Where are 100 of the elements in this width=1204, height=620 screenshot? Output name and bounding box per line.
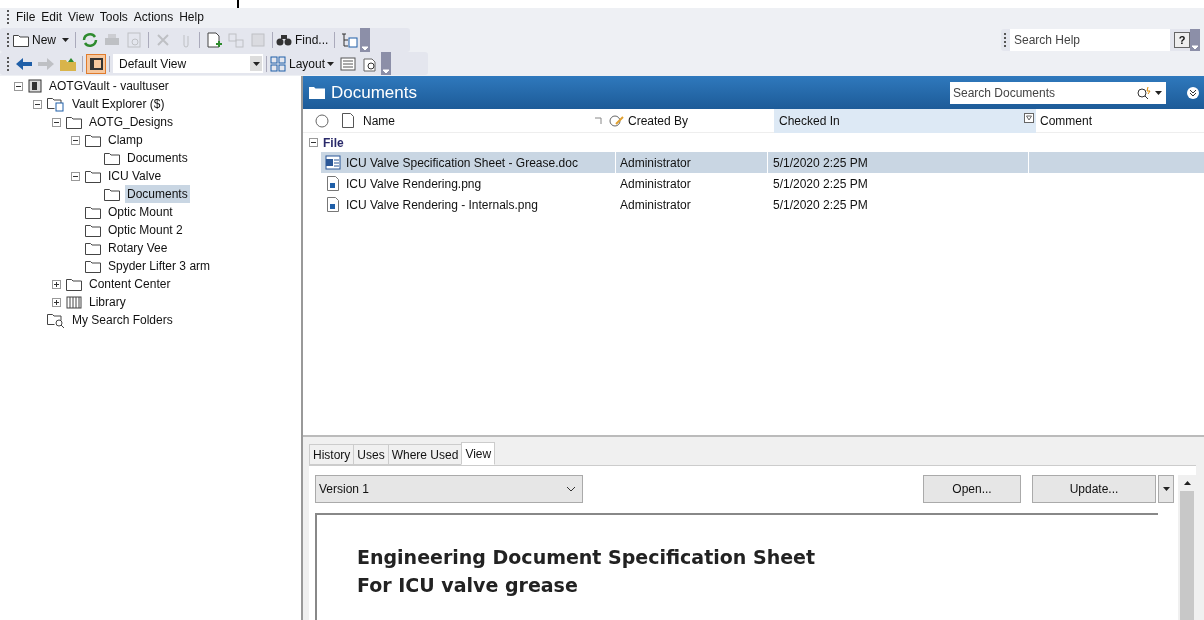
tree-item[interactable]: Content Center [87, 275, 173, 293]
new-button[interactable]: New [29, 31, 72, 49]
library-icon [66, 295, 82, 309]
expand-icon[interactable] [52, 279, 61, 289]
caret-icon [327, 61, 335, 66]
table-cell: 5/1/2020 2:25 PM [767, 194, 1029, 215]
view-dropdown[interactable]: Default View [113, 54, 263, 73]
table-cell: 5/1/2020 2:25 PM [767, 173, 1029, 194]
folder-icon [104, 187, 120, 201]
collapse-icon[interactable] [309, 138, 318, 147]
tree-item[interactable]: Documents [125, 185, 190, 203]
folder-icon [66, 277, 82, 291]
tree-item[interactable]: Rotary Vee [106, 239, 170, 257]
tree-item[interactable]: Optic Mount [106, 203, 175, 221]
table-cell-text: ICU Valve Rendering - Internals.png [345, 196, 539, 214]
collapse-icon[interactable] [71, 171, 80, 181]
table-row[interactable]: ICU Valve Rendering.png Administrator 5/1/2020 2:25 PM [321, 173, 1204, 194]
menu-item[interactable]: Help [176, 8, 207, 26]
tree-item[interactable]: Optic Mount 2 [106, 221, 185, 239]
column-header[interactable]: Checked In [774, 108, 1036, 133]
tree-view-icon[interactable] [340, 32, 359, 48]
table-row[interactable]: ICU Valve Specification Sheet - Grease.doc Administrator 5/1/2020 2:25 PM [321, 152, 1204, 173]
new-file-icon[interactable] [205, 32, 223, 48]
scrollbar[interactable] [1178, 475, 1196, 620]
group-header: File [323, 134, 344, 152]
filter-icon[interactable] [1024, 112, 1034, 123]
open-button[interactable]: Open... [923, 475, 1021, 503]
search-icon [1136, 85, 1152, 100]
menu-item[interactable]: View [65, 8, 97, 26]
table-cell-text: ICU Valve Rendering.png [345, 175, 483, 193]
folder-icon [309, 86, 325, 99]
expand-icon[interactable] [52, 297, 61, 307]
table-cell: Administrator [615, 173, 767, 194]
tree-item[interactable]: Documents [125, 149, 190, 167]
menu-item[interactable]: Tools [96, 8, 131, 26]
document-heading: Engineering Document Specification Sheet [357, 545, 817, 570]
file-column-icon [342, 113, 354, 128]
binoculars-icon [276, 33, 292, 47]
caret-icon [1162, 487, 1170, 491]
refresh-icon[interactable] [81, 32, 99, 48]
caret-icon [62, 38, 69, 42]
search-documents-field[interactable]: Search Documents [950, 81, 1166, 104]
tree-item[interactable]: Clamp [106, 131, 145, 149]
folder-icon [85, 223, 101, 237]
collapse-icon[interactable] [14, 81, 23, 91]
tree-item[interactable]: AOTGVault - vaultuser [47, 77, 171, 95]
caret-icon [252, 61, 260, 66]
help-button[interactable]: ? [1174, 32, 1190, 48]
document-subheading: For ICU valve grease [357, 573, 579, 598]
menu-item[interactable]: Actions [130, 8, 177, 26]
table-cell: 5/1/2020 2:25 PM [767, 152, 1029, 173]
column-header[interactable]: Name [354, 111, 594, 130]
tree-item[interactable]: Spyder Lifter 3 arm [106, 257, 213, 275]
back-arrow-icon[interactable] [15, 55, 33, 72]
tab[interactable]: View [461, 442, 496, 465]
panel-title: Documents [331, 81, 417, 104]
menu-item[interactable]: File [13, 8, 39, 26]
folder-icon [85, 241, 101, 255]
image-file-icon [327, 197, 339, 212]
caret-icon [1183, 481, 1191, 485]
table-cell: Administrator [615, 152, 767, 173]
layout-grid-icon [270, 55, 286, 72]
collapse-icon[interactable] [71, 135, 80, 145]
caret-icon [1155, 90, 1162, 95]
sort-icon [594, 116, 602, 125]
update-menu-button[interactable] [1158, 475, 1174, 503]
search-help-field[interactable]: Search Help [1010, 29, 1170, 51]
status-column-icon [315, 113, 329, 128]
tree-item[interactable]: AOTG_Designs [87, 113, 176, 131]
tree-item[interactable]: ICU Valve [106, 167, 164, 185]
explorer-icon [47, 96, 65, 112]
layout-button[interactable]: Layout [286, 54, 338, 73]
collapse-icon[interactable] [52, 117, 61, 127]
pane-toggle-icon[interactable] [86, 53, 106, 74]
menu-item[interactable]: Edit [38, 8, 66, 26]
search-folder-icon [47, 312, 65, 328]
vault-icon [28, 79, 42, 93]
find-button[interactable]: Find... [292, 31, 332, 49]
word-file-icon [325, 155, 341, 170]
new-folder-icon [13, 33, 29, 47]
column-header[interactable]: Created By [624, 111, 774, 130]
folder-icon [104, 151, 120, 165]
tab[interactable]: Where Used [387, 444, 463, 465]
pencil-icon [608, 113, 624, 128]
tab[interactable]: Uses [353, 444, 389, 465]
expand-panel-icon[interactable] [1186, 85, 1200, 100]
column-header[interactable]: Comment [1036, 111, 1092, 130]
overflow-icon[interactable] [1190, 29, 1200, 51]
tree-item[interactable]: Library [87, 293, 128, 311]
tab[interactable]: History [309, 444, 355, 465]
collapse-icon[interactable] [33, 99, 42, 109]
update-button[interactable]: Update... [1032, 475, 1156, 503]
image-file-icon [327, 176, 339, 191]
tree-item[interactable]: Vault Explorer ($) [70, 95, 167, 113]
table-row[interactable]: ICU Valve Rendering - Internals.png Administrator 5/1/2020 2:25 PM [321, 194, 1204, 215]
folder-icon [85, 205, 101, 219]
tree-item[interactable]: My Search Folders [70, 311, 175, 329]
version-dropdown[interactable]: Version 1 [315, 475, 583, 503]
folder-icon [85, 169, 101, 183]
folder-icon [66, 115, 82, 129]
